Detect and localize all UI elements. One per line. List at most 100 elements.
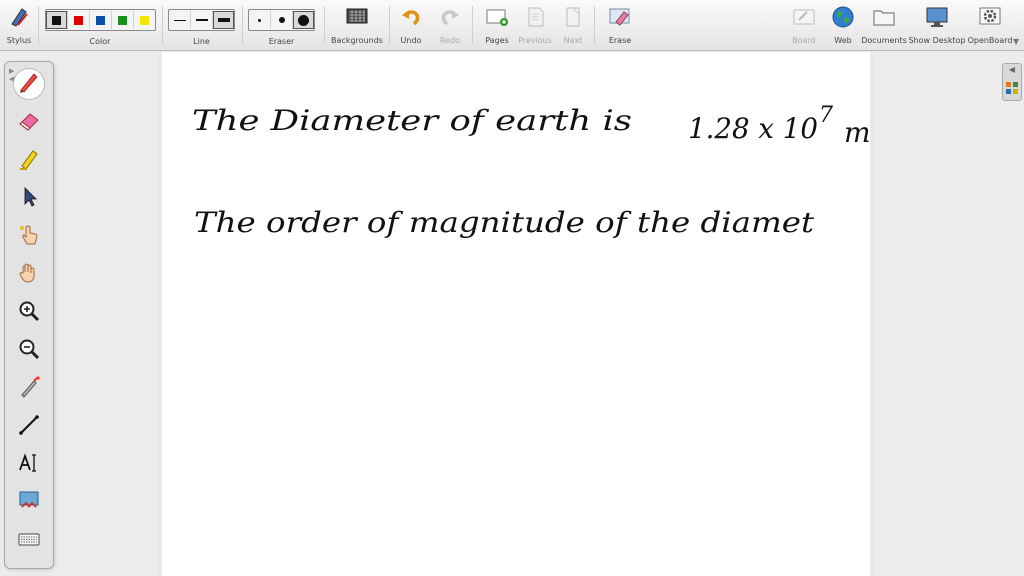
pointer-tool[interactable] (14, 222, 44, 252)
expand-arrow-icon: ◀ (1008, 65, 1016, 75)
toolbar-divider (594, 6, 595, 44)
line-thick-button[interactable] (213, 11, 234, 29)
laser-pointer-icon (17, 375, 41, 403)
text-tool[interactable] (14, 450, 44, 480)
eraser-group: Eraser (248, 2, 315, 48)
backgrounds-icon (345, 5, 369, 29)
pages-label: Pages (485, 36, 509, 45)
erase-label: Erase (608, 36, 632, 45)
gear-icon (978, 5, 1002, 29)
arrow-cursor-icon (17, 185, 41, 213)
documents-button[interactable]: Documents (861, 2, 907, 48)
stylus-label: Stylus (6, 36, 32, 45)
eraser-medium-button[interactable] (271, 11, 293, 29)
hand-tool[interactable] (14, 260, 44, 290)
next-label: Next (563, 36, 583, 45)
eraser-label: Eraser (268, 37, 295, 46)
web-button[interactable]: Web (830, 2, 856, 48)
color-swatches (44, 9, 156, 31)
whiteboard-page[interactable]: The Diameter of earth is 1.28 x 10 7 m T… (158, 52, 874, 576)
side-panel-handle[interactable]: ◀ (1002, 63, 1022, 101)
board-exponent: 7 (819, 103, 833, 128)
color-blue-swatch[interactable] (90, 11, 112, 29)
toolbar-divider (324, 6, 325, 44)
widgets-icon (1006, 79, 1018, 98)
line-icon (17, 413, 41, 441)
highlighter-tool[interactable] (14, 146, 44, 176)
highlighter-icon (17, 147, 41, 175)
board-button[interactable]: Board (790, 2, 818, 48)
color-group: Color (44, 2, 156, 48)
line-widths (168, 9, 235, 31)
stylus-button[interactable]: Stylus (6, 2, 32, 48)
undo-button[interactable]: Undo (397, 2, 425, 48)
eraser-sizes (248, 9, 315, 31)
undo-label: Undo (400, 36, 422, 45)
pen-icon (17, 70, 41, 98)
pages-button[interactable]: Pages (482, 2, 512, 48)
toolbar-divider (162, 6, 163, 44)
add-page-icon (485, 5, 509, 29)
top-toolbar: Stylus Color Line Eraser Backgrounds Und… (0, 0, 1024, 51)
next-button[interactable]: Next (560, 2, 586, 48)
color-black-swatch[interactable] (45, 11, 68, 29)
redo-label: Redo (439, 36, 461, 45)
erase-board-icon (608, 5, 632, 29)
undo-icon (399, 5, 423, 29)
color-yellow-swatch[interactable] (134, 11, 155, 29)
line-label: Line (193, 37, 210, 46)
monitor-icon (925, 5, 949, 29)
capture-tool[interactable] (14, 488, 44, 518)
eraser-large-button[interactable] (293, 11, 314, 29)
toolbar-divider (389, 6, 390, 44)
laser-pointer-tool[interactable] (14, 374, 44, 404)
board-line-1: The Diameter of earth is (192, 104, 632, 137)
board-line-2: The order of magnitude of the diamet (194, 206, 815, 239)
redo-button[interactable]: Redo (436, 2, 464, 48)
previous-page-icon (523, 5, 547, 29)
backgrounds-button[interactable]: Backgrounds (331, 2, 383, 48)
board-value: 1.28 x 10 (688, 112, 818, 145)
globe-icon (831, 5, 855, 29)
erase-button[interactable]: Erase (606, 2, 634, 48)
line-group: Line (168, 2, 235, 48)
line-tool[interactable] (14, 412, 44, 442)
next-page-icon (561, 5, 585, 29)
line-medium-button[interactable] (191, 11, 213, 29)
web-label: Web (834, 36, 852, 45)
previous-button[interactable]: Previous (518, 2, 552, 48)
backgrounds-label: Backgrounds (331, 36, 383, 45)
pen-tool[interactable] (14, 69, 44, 99)
selector-tool[interactable] (14, 184, 44, 214)
capture-icon (17, 489, 41, 517)
zoom-in-tool[interactable] (14, 298, 44, 328)
ink-layer: The Diameter of earth is 1.28 x 10 7 m T… (192, 103, 870, 239)
board-unit: m (844, 116, 870, 149)
color-green-swatch[interactable] (112, 11, 134, 29)
eraser-icon (17, 109, 41, 137)
zoom-out-tool[interactable] (14, 336, 44, 366)
toolbar-collapse-icon[interactable]: ▼ (1013, 38, 1021, 46)
previous-label: Previous (518, 36, 552, 45)
hand-icon (17, 261, 41, 289)
folder-icon (872, 5, 896, 29)
show-desktop-label: Show Desktop (908, 36, 966, 45)
line-thin-button[interactable] (169, 11, 191, 29)
board-icon (792, 5, 816, 29)
stylus-icon (7, 5, 31, 29)
openboard-label: OpenBoard (967, 36, 1013, 45)
color-red-swatch[interactable] (68, 11, 90, 29)
toolbar-divider (472, 6, 473, 44)
eraser-small-button[interactable] (249, 11, 271, 29)
keyboard-tool[interactable] (14, 526, 44, 556)
redo-icon (438, 5, 462, 29)
zoom-in-icon (17, 299, 41, 327)
show-desktop-button[interactable]: Show Desktop (908, 2, 966, 48)
toolbar-divider (38, 6, 39, 44)
tool-palette: ▶ ◀ (4, 61, 54, 569)
eraser-tool[interactable] (14, 108, 44, 138)
pointing-hand-icon (17, 223, 41, 251)
documents-label: Documents (861, 36, 907, 45)
openboard-button[interactable]: OpenBoard (968, 2, 1012, 48)
board-label: Board (792, 36, 816, 45)
